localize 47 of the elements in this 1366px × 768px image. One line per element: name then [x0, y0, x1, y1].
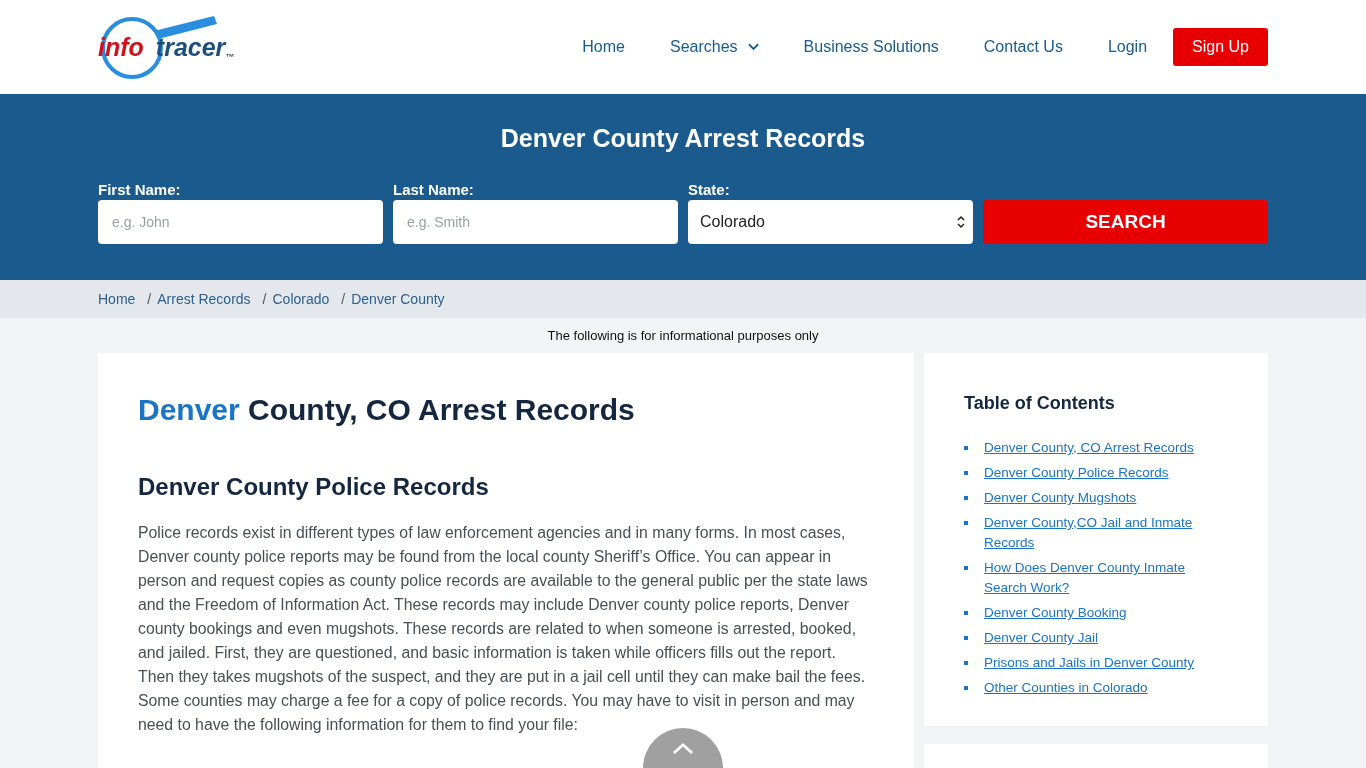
nav-link[interactable]: Login [1107, 38, 1148, 56]
notice-text: The following is for informational purposes only [546, 327, 820, 345]
chevron-down-icon [747, 43, 759, 51]
sign-up-button[interactable]: Sign Up [1173, 28, 1268, 66]
input-field[interactable]: e.g. John [98, 200, 383, 244]
input-field[interactable]: e.g. Smith [393, 200, 678, 244]
toc-link[interactable]: Denver County,CO Jail and Inmate Records [984, 513, 1228, 553]
toc-link[interactable]: Denver County Police Records [984, 463, 1169, 483]
section-heading: Denver County Police Records [138, 473, 490, 501]
breadcrumb-link[interactable]: Denver County [351, 291, 445, 307]
nav-dropdown[interactable]: Searches [670, 38, 759, 56]
toc-title: Table of Contents [964, 393, 1116, 414]
bullet-icon [964, 471, 968, 475]
search-title: Denver County Arrest Records [499, 123, 867, 154]
state-select[interactable]: Colorado [688, 200, 973, 244]
bullet-icon [964, 446, 968, 450]
toc-link[interactable]: Prisons and Jails in Denver County [984, 653, 1195, 673]
breadcrumb-link[interactable]: Home [98, 291, 136, 307]
breadcrumb-link[interactable]: Colorado [272, 291, 330, 307]
nav-link[interactable]: Home [582, 38, 625, 56]
bullet-icon [964, 611, 968, 615]
search-button[interactable]: SEARCH [983, 200, 1268, 244]
bullet-icon [964, 496, 968, 500]
toc-link[interactable]: Other Counties in Colorado [984, 678, 1148, 698]
paragraph: Police records exist in different types of law enforcement agencies and in many forms. In most cases, Denver county police reports may be found from the local county Sheriff’s Office. You can appear in person and request copies as county police records are available to the general public per the state laws and the Freedom of Information Act. These records may include Denver county police reports, Denver county bookings and even mugshots. These records are related to when someone is arrested, booked, and jailed. First, they are questioned, and basic information is taken while officers fills out the report. Then they takes mugshots of the suspect, and they are put in a jail cell until they can make bail the fees. Some counties may charge a fee for a copy of police records. You may have to visit in person and may need to have the following information for them to find your file: [138, 523, 869, 735]
sort-arrows-icon [957, 215, 965, 229]
bullet-icon [964, 566, 968, 570]
toc-link[interactable]: Denver County Mugshots [984, 488, 1137, 508]
chevron-up-icon [672, 742, 694, 755]
breadcrumb-link[interactable]: Arrest Records [157, 291, 251, 307]
article-title: Denver County, CO Arrest Records [138, 393, 636, 427]
breadcrumb-separator: / [341, 291, 346, 307]
breadcrumb-separator: / [147, 291, 152, 307]
field-label: First Name: [98, 181, 182, 200]
nav-link[interactable]: Business Solutions [803, 38, 939, 56]
toc-link[interactable]: How Does Denver County Inmate Search Work? [984, 558, 1228, 598]
toc-link[interactable]: Denver County Booking [984, 603, 1127, 623]
nav-link[interactable]: Contact Us [983, 38, 1063, 56]
breadcrumb-separator: / [262, 291, 267, 307]
bullet-icon [964, 636, 968, 640]
toc-link[interactable]: Denver County, CO Arrest Records [984, 438, 1194, 458]
field-label: Last Name: [393, 181, 475, 200]
toc-link[interactable]: Denver County Jail [984, 628, 1099, 648]
field-label: State: [688, 181, 731, 200]
bullet-icon [964, 686, 968, 690]
bullet-icon [964, 521, 968, 525]
bullet-icon [964, 661, 968, 665]
